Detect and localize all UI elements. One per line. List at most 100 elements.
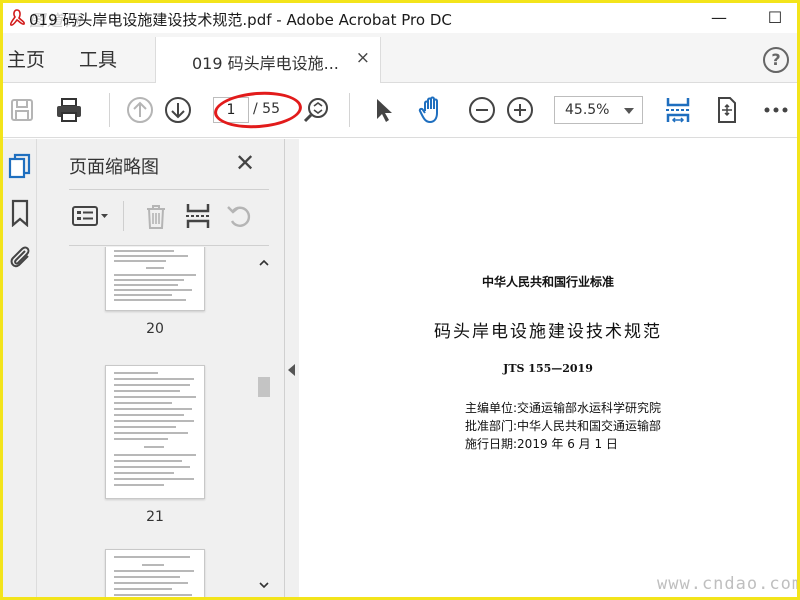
print-icon[interactable] — [54, 95, 84, 125]
thumb-text-line — [142, 564, 164, 566]
page-down-icon[interactable] — [163, 95, 193, 125]
thumb-text-line — [114, 484, 164, 486]
thumb-text-line — [114, 420, 194, 422]
thumb-text-line — [114, 454, 196, 456]
top-navigation: 主页 工具 019 码头岸电设施... × ? — [3, 33, 797, 83]
minimize-button[interactable]: — — [707, 7, 731, 29]
bookmark-icon[interactable] — [7, 199, 33, 227]
thumb-text-line — [114, 284, 178, 286]
document-effective-date: 施行日期:2019 年 6 月 1 日 — [465, 437, 618, 451]
page-thumbnail-20[interactable] — [105, 247, 205, 311]
page-thumbnail-21[interactable] — [105, 365, 205, 499]
hand-icon[interactable] — [417, 95, 447, 125]
thumb-text-line — [114, 576, 180, 578]
maximize-button[interactable]: ☐ — [763, 7, 787, 29]
thumb-text-line — [114, 384, 190, 386]
thumb-text-line — [114, 432, 188, 434]
thumb-text-line — [114, 294, 172, 296]
chevron-down-icon — [624, 108, 634, 114]
thumb-text-line — [114, 460, 182, 462]
thumb-text-line — [114, 594, 192, 596]
thumb-text-line — [114, 466, 190, 468]
acrobat-logo-icon — [9, 9, 25, 26]
toolbar-separator — [349, 93, 350, 127]
thumb-text-line — [114, 472, 174, 474]
scroll-up-icon[interactable] — [258, 257, 270, 269]
document-tab-label: 019 码头岸电设施... — [192, 54, 339, 73]
zoom-in-icon[interactable] — [505, 95, 535, 125]
rotate-view-icon[interactable] — [711, 95, 741, 125]
scrollbar-thumb[interactable] — [258, 377, 270, 397]
divider — [69, 189, 269, 190]
thumbnail-list: 20 21 — [69, 247, 309, 597]
thumb-text-line — [114, 372, 158, 374]
tab-home[interactable]: 主页 — [7, 45, 45, 72]
zoom-search-icon[interactable] — [301, 95, 331, 125]
title-bar: 图道网 019 码头岸电设施建设技术规范.pdf - Adobe Acrobat… — [3, 3, 797, 33]
divider — [69, 245, 269, 246]
help-button[interactable]: ? — [763, 47, 789, 73]
document-standard-line: 中华人民共和国行业标准 — [481, 275, 614, 289]
page-up-icon[interactable] — [125, 95, 155, 125]
toolbar-separator — [109, 93, 110, 127]
panel-close-icon[interactable]: ✕ — [235, 149, 255, 177]
app-window: 图道网 019 码头岸电设施建设技术规范.pdf - Adobe Acrobat… — [0, 0, 800, 600]
thumb-text-line — [114, 556, 190, 558]
thumb-text-line — [114, 378, 194, 380]
document-editor: 主编单位:交通运输部水运科学研究院 — [465, 401, 662, 415]
document-title: 码头岸电设施建设技术规范 — [434, 322, 662, 342]
thumb-text-line — [114, 408, 192, 410]
thumb-text-line — [114, 414, 184, 416]
thumbnail-toolbar — [69, 197, 269, 237]
collapse-panel-icon[interactable] — [288, 364, 295, 376]
document-view: 中华人民共和国行业标准 码头岸电设施建设技术规范 JTS 155—2019 主编… — [299, 139, 797, 597]
document-tab[interactable]: 019 码头岸电设施... × — [155, 37, 381, 83]
options-menu-icon[interactable] — [71, 201, 111, 231]
fit-page-icon[interactable] — [663, 95, 693, 125]
window-title: 019 码头岸电设施建设技术规范.pdf - Adobe Acrobat Pro… — [29, 11, 452, 29]
thumbnails-panel: 页面缩略图 ✕ 20 21 — [37, 139, 285, 597]
thumb-text-line — [114, 260, 166, 262]
navigation-rail — [3, 139, 37, 597]
thumb-text-line — [114, 570, 194, 572]
main-toolbar: / 55 45.5% — [3, 83, 797, 138]
zoom-level-select[interactable]: 45.5% — [554, 96, 643, 124]
tab-tools[interactable]: 工具 — [79, 45, 117, 72]
document-code: JTS 155—2019 — [503, 362, 593, 375]
thumbnail-scrollbar[interactable] — [255, 249, 273, 597]
thumb-text-line — [114, 402, 172, 404]
save-icon[interactable] — [7, 95, 37, 125]
page-thumbnail-22[interactable] — [105, 549, 205, 597]
thumbnail-page-number: 21 — [146, 509, 164, 525]
thumb-text-line — [114, 478, 194, 480]
page-thumbnails-icon[interactable] — [7, 153, 33, 181]
toolbar-separator — [123, 201, 124, 231]
zoom-level-value: 45.5% — [565, 102, 610, 118]
thumb-text-line — [114, 438, 168, 440]
thumb-text-line — [114, 588, 172, 590]
thumb-text-line — [114, 255, 188, 257]
scroll-down-icon[interactable] — [258, 579, 270, 591]
delete-icon[interactable] — [141, 201, 171, 231]
panel-splitter[interactable] — [285, 139, 299, 597]
thumb-text-line — [114, 426, 176, 428]
thumb-text-line — [114, 299, 186, 301]
thumb-text-line — [146, 267, 164, 269]
site-watermark: www.cndao.com — [657, 574, 800, 594]
thumb-text-line — [144, 446, 164, 448]
thumb-text-line — [114, 390, 180, 392]
panel-title: 页面缩略图 — [69, 157, 159, 178]
select-arrow-icon[interactable] — [369, 95, 399, 125]
thumb-text-line — [114, 289, 192, 291]
thumb-text-line — [114, 274, 196, 276]
thumb-text-line — [114, 279, 184, 281]
more-icon[interactable] — [761, 95, 791, 125]
attachment-icon[interactable] — [7, 243, 33, 271]
insert-page-icon[interactable] — [183, 201, 213, 231]
thumbnail-page-number: 20 — [146, 321, 164, 337]
zoom-out-icon[interactable] — [467, 95, 497, 125]
rotate-icon[interactable] — [225, 201, 255, 231]
thumb-text-line — [114, 250, 174, 252]
document-tab-close-icon[interactable]: × — [356, 48, 370, 68]
thumb-text-line — [114, 396, 196, 398]
